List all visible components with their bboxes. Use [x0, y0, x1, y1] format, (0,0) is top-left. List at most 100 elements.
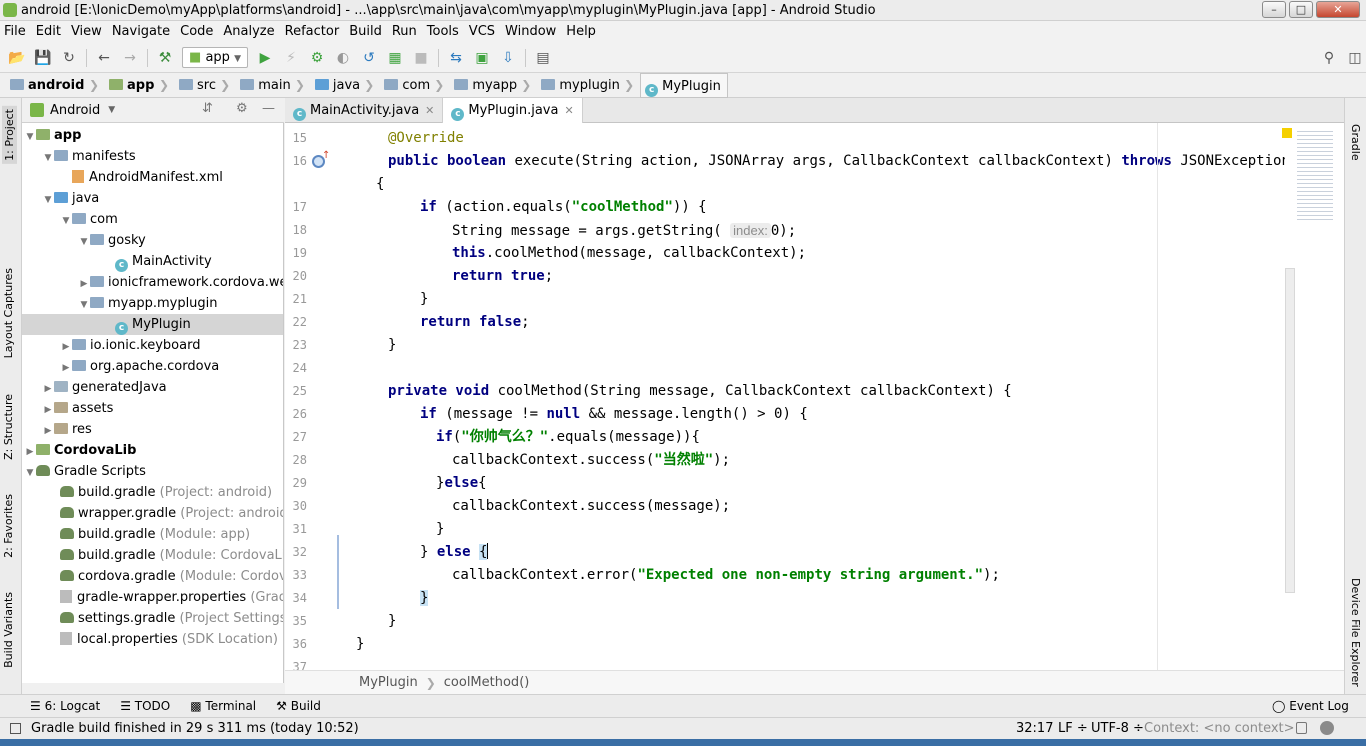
avd-manager-icon[interactable]: ▣: [472, 48, 492, 68]
breadcrumb-app[interactable]: app ❯: [105, 73, 175, 98]
logcat-tab[interactable]: ☰ 6: Logcat: [20, 695, 110, 717]
tree-node-gosky[interactable]: ▼ gosky: [22, 230, 283, 251]
menu-code[interactable]: Code: [175, 21, 218, 43]
search-everywhere-icon[interactable]: ⚲: [1319, 48, 1339, 68]
context-indicator[interactable]: Context: <no context>: [1144, 718, 1295, 739]
code-editor[interactable]: @Override public boolean execute(String …: [340, 123, 1285, 670]
menu-window[interactable]: Window: [500, 21, 561, 43]
tree-node-com[interactable]: ▼ com: [22, 209, 283, 230]
tree-node-build-gradle-cordovalib[interactable]: build.gradle (Module: CordovaLib): [22, 545, 283, 566]
project-structure-icon[interactable]: ▤: [533, 48, 553, 68]
tree-node-gradle-wrapper-properties[interactable]: gradle-wrapper.properties (Gradle: [22, 587, 283, 608]
apply-changes-icon[interactable]: ⚡: [281, 48, 301, 68]
close-tab-icon[interactable]: ✕: [425, 104, 434, 117]
tree-node-settings-gradle[interactable]: settings.gradle (Project Settings): [22, 608, 283, 629]
menu-navigate[interactable]: Navigate: [107, 21, 175, 43]
layout-captures-tab[interactable]: Layout Captures: [2, 268, 15, 358]
tree-node-cordovalib[interactable]: ▶ CordovaLib: [22, 440, 283, 461]
attach-debugger-icon[interactable]: ↺: [359, 48, 379, 68]
breadcrumb-java[interactable]: java ❯: [311, 73, 380, 98]
tree-node-ionicframework[interactable]: ▶ ionicframework.cordova.web: [22, 272, 283, 293]
device-file-explorer-tab[interactable]: Device File Explorer: [1349, 578, 1362, 687]
tree-node-res[interactable]: ▶ res: [22, 419, 283, 440]
build-tab[interactable]: ⚒ Build: [266, 695, 331, 717]
structure-tab[interactable]: Z: Structure: [2, 394, 15, 460]
tree-node-wrapper-gradle[interactable]: wrapper.gradle (Project: android): [22, 503, 283, 524]
event-log-tab[interactable]: ◯ Event Log: [1262, 695, 1359, 717]
breadcrumb-com[interactable]: com ❯: [380, 73, 450, 98]
menu-build[interactable]: Build: [344, 21, 387, 43]
back-icon[interactable]: ←: [94, 48, 114, 68]
project-tool-tab[interactable]: 1: Project: [2, 106, 17, 164]
close-tab-icon[interactable]: ✕: [564, 104, 573, 117]
tree-node-gradle-scripts[interactable]: ▼ Gradle Scripts: [22, 461, 283, 482]
tree-node-mainactivity[interactable]: c MainActivity: [22, 251, 283, 272]
menu-run[interactable]: Run: [387, 21, 422, 43]
forward-icon[interactable]: →: [120, 48, 140, 68]
tree-node-manifests[interactable]: ▼ manifests: [22, 146, 283, 167]
run-icon[interactable]: ▶: [255, 48, 275, 68]
tab-myplugin[interactable]: c MyPlugin.java ✕: [443, 97, 583, 123]
lock-icon[interactable]: [1296, 722, 1307, 734]
breadcrumb-myapp[interactable]: myapp ❯: [450, 73, 537, 98]
coverage-icon[interactable]: ▦: [385, 48, 405, 68]
editor-breadcrumb-method[interactable]: coolMethod(): [444, 675, 530, 690]
menu-refactor[interactable]: Refactor: [280, 21, 345, 43]
gear-icon[interactable]: ⚙: [236, 101, 248, 116]
tree-node-io-ionic-keyboard[interactable]: ▶ io.ionic.keyboard: [22, 335, 283, 356]
tree-node-build-gradle-project[interactable]: build.gradle (Project: android): [22, 482, 283, 503]
status-toggle-icon[interactable]: [10, 723, 21, 734]
todo-tab[interactable]: ☰ TODO: [110, 695, 180, 717]
caret-position[interactable]: 32:17: [1016, 718, 1053, 739]
profile-icon[interactable]: ◐: [333, 48, 353, 68]
menu-edit[interactable]: Edit: [31, 21, 66, 43]
tree-node-assets[interactable]: ▶ assets: [22, 398, 283, 419]
make-project-icon[interactable]: ⚒: [155, 48, 175, 68]
breadcrumb-myplugin-class[interactable]: c MyPlugin: [640, 72, 728, 98]
tree-node-myapp-myplugin[interactable]: ▼ myapp.myplugin: [22, 293, 283, 314]
build-variants-tab[interactable]: Build Variants: [2, 592, 15, 668]
editor-scrollbar[interactable]: [1282, 123, 1344, 670]
tree-node-org-apache-cordova[interactable]: ▶ org.apache.cordova: [22, 356, 283, 377]
menu-vcs[interactable]: VCS: [464, 21, 500, 43]
gradle-sync-icon[interactable]: ⇆: [446, 48, 466, 68]
terminal-tab[interactable]: ▩ Terminal: [180, 695, 266, 717]
code-minimap[interactable]: [1297, 128, 1333, 220]
save-icon[interactable]: 💾: [33, 48, 53, 68]
sdk-manager-icon[interactable]: ⇩: [498, 48, 518, 68]
tree-node-androidmanifest[interactable]: AndroidManifest.xml: [22, 167, 283, 188]
run-configuration-select[interactable]: ■ app ▼: [182, 47, 248, 68]
tree-node-cordova-gradle[interactable]: cordova.gradle (Module: CordovaL: [22, 566, 283, 587]
scrollbar-thumb[interactable]: [1285, 268, 1295, 593]
hide-panel-icon[interactable]: —: [262, 101, 275, 116]
menu-view[interactable]: View: [66, 21, 107, 43]
sync-icon[interactable]: ↻: [59, 48, 79, 68]
open-folder-icon[interactable]: 📂: [7, 48, 27, 68]
breadcrumb-main[interactable]: main ❯: [236, 73, 311, 98]
minimize-button[interactable]: –: [1262, 1, 1286, 18]
status-message[interactable]: Gradle build finished in 29 s 311 ms (to…: [31, 718, 359, 739]
tree-node-myplugin[interactable]: c MyPlugin: [22, 314, 283, 335]
debug-icon[interactable]: ⚙: [307, 48, 327, 68]
breadcrumb-android[interactable]: android ❯: [6, 73, 105, 98]
warning-indicator-icon[interactable]: [1282, 128, 1292, 138]
stop-icon[interactable]: ■: [411, 48, 431, 68]
inspector-icon[interactable]: [1320, 721, 1334, 735]
tree-node-java[interactable]: ▼ java: [22, 188, 283, 209]
menu-tools[interactable]: Tools: [422, 21, 464, 43]
line-separator[interactable]: LF ÷: [1058, 718, 1088, 739]
menu-help[interactable]: Help: [561, 21, 601, 43]
gradle-tab[interactable]: Gradle: [1349, 124, 1362, 161]
file-encoding[interactable]: UTF-8 ÷: [1091, 718, 1144, 739]
menu-analyze[interactable]: Analyze: [218, 21, 279, 43]
breadcrumb-myplugin[interactable]: myplugin ❯: [537, 73, 640, 98]
chevron-down-icon[interactable]: ▼: [108, 105, 115, 115]
menu-file[interactable]: File: [0, 21, 31, 43]
tree-node-build-gradle-app[interactable]: build.gradle (Module: app): [22, 524, 283, 545]
close-button[interactable]: ✕: [1316, 1, 1360, 18]
tree-node-generatedjava[interactable]: ▶ generatedJava: [22, 377, 283, 398]
tab-mainactivity[interactable]: c MainActivity.java ✕: [285, 97, 444, 123]
maximize-button[interactable]: □: [1289, 1, 1313, 18]
tree-node-local-properties[interactable]: local.properties (SDK Location): [22, 629, 283, 650]
project-view-mode[interactable]: Android: [50, 103, 100, 118]
